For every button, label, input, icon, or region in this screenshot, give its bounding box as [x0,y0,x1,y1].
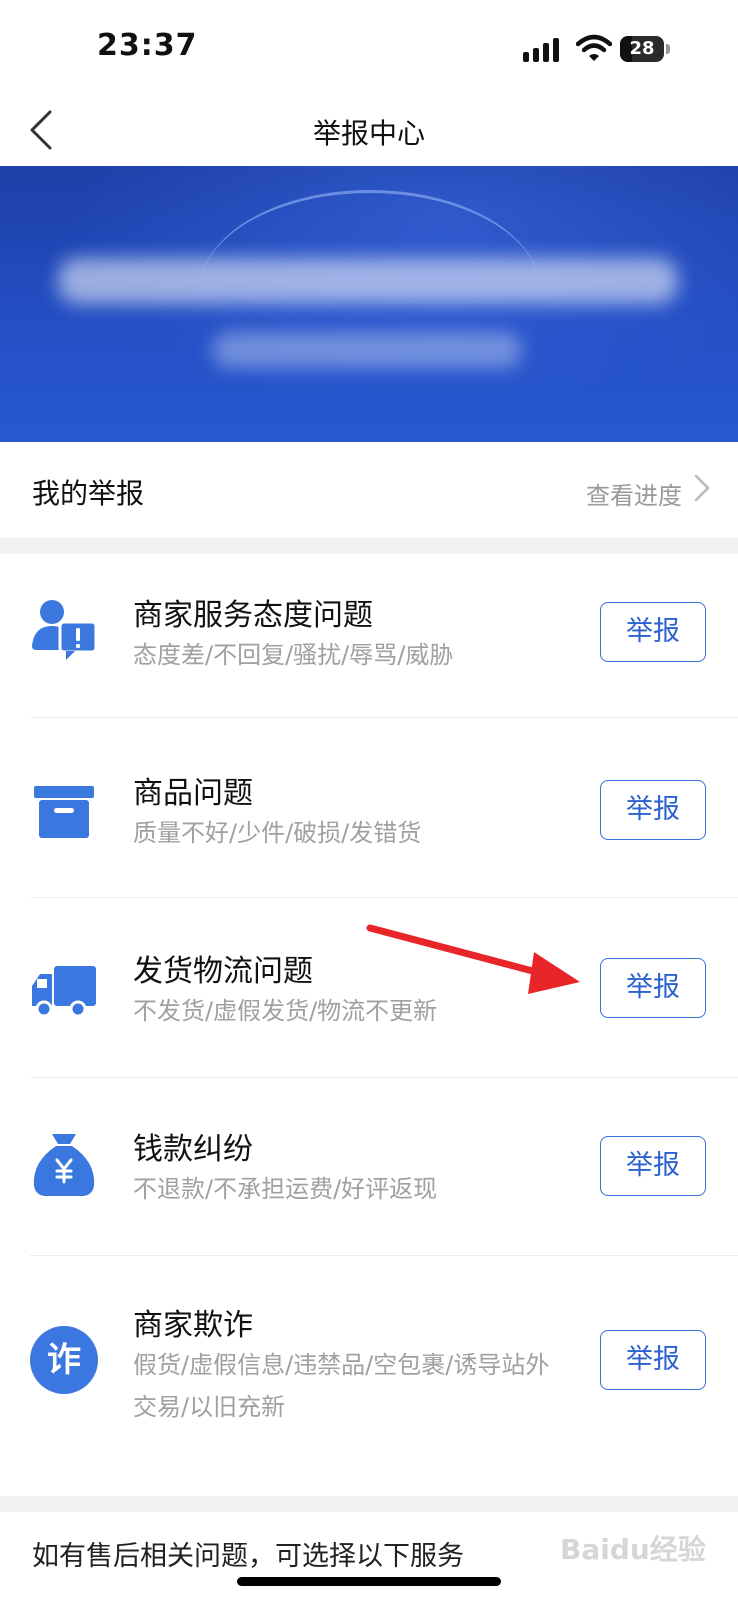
report-button-logistics[interactable]: 举报 [600,958,706,1018]
page-title: 举报中心 [312,117,425,150]
money-bag-icon [33,1134,95,1196]
item-desc: 态度差/不回复/骚扰/辱骂/威胁 [133,641,454,669]
box-icon [34,786,94,838]
report-button-payment[interactable]: 举报 [600,1136,706,1196]
item-desc: 不退款/不承担运费/好评返现 [133,1175,438,1203]
watermark-logo: Baidu经验 [560,1533,706,1566]
my-reports-label: 我的举报 [32,477,145,510]
view-progress-link[interactable]: 查看进度 [586,476,682,511]
list-item: 钱款纠纷 不退款/不承担运费/好评返现 举报 [0,1078,738,1256]
status-time: 23:37 [97,28,198,63]
wifi-icon [576,34,612,61]
banner [0,166,738,442]
battery-icon: 28 [620,36,670,62]
annotation-arrow-icon [366,924,580,994]
list-item: 商品问题 质量不好/少件/破损/发错货 举报 [0,718,738,898]
report-button-service-attitude[interactable]: 举报 [600,602,706,662]
home-indicator[interactable] [237,1577,501,1586]
item-title: 商家欺诈 [133,1308,253,1343]
report-button-product[interactable]: 举报 [600,780,706,840]
item-desc: 假货/虚假信息/违禁品/空包裹/诱导站外交易/以旧充新 [133,1351,550,1421]
status-bar: 23:37 28 [0,0,738,100]
item-title: 发货物流问题 [133,954,313,989]
list-item: 商家服务态度问题 态度差/不回复/骚扰/辱骂/威胁 举报 [0,554,738,718]
nav-bar: 举报中心 [0,100,738,166]
report-button-fraud[interactable]: 举报 [600,1330,706,1390]
list-item: 诈 商家欺诈 假货/虚假信息/违禁品/空包裹/诱导站外交易/以旧充新 举报 [0,1256,738,1496]
banner-blurred-subtext [212,332,522,368]
chevron-right-icon [694,474,710,502]
report-category-list: 商家服务态度问题 态度差/不回复/骚扰/辱骂/威胁 举报 商品问题 质量不好/少… [0,554,738,1496]
banner-blurred-text [58,258,678,304]
item-desc: 质量不好/少件/破损/发错货 [133,819,422,847]
item-title: 商家服务态度问题 [133,598,373,633]
cellular-signal-icon [523,38,559,62]
battery-level: 28 [629,38,655,59]
item-title: 钱款纠纷 [133,1132,253,1167]
truck-icon [32,966,96,1018]
after-sales-hint: 如有售后相关问题，可选择以下服务 [32,1541,464,1572]
my-reports-row[interactable]: 我的举报 查看进度 [0,442,738,538]
fraud-icon: 诈 [30,1326,98,1394]
person-alert-icon [32,600,98,660]
item-title: 商品问题 [133,776,253,811]
